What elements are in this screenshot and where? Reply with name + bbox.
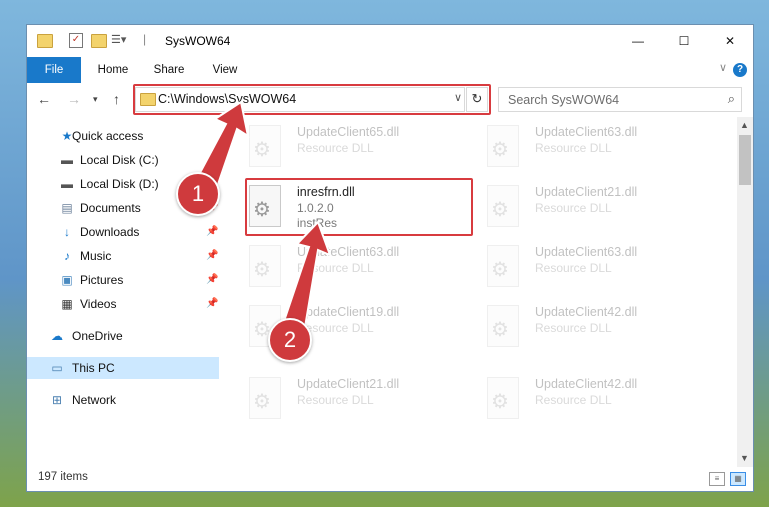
callout-arrows (192, 100, 332, 341)
callout-badge-2: 2 (268, 318, 312, 362)
callout-badge-1: 1 (176, 172, 220, 216)
